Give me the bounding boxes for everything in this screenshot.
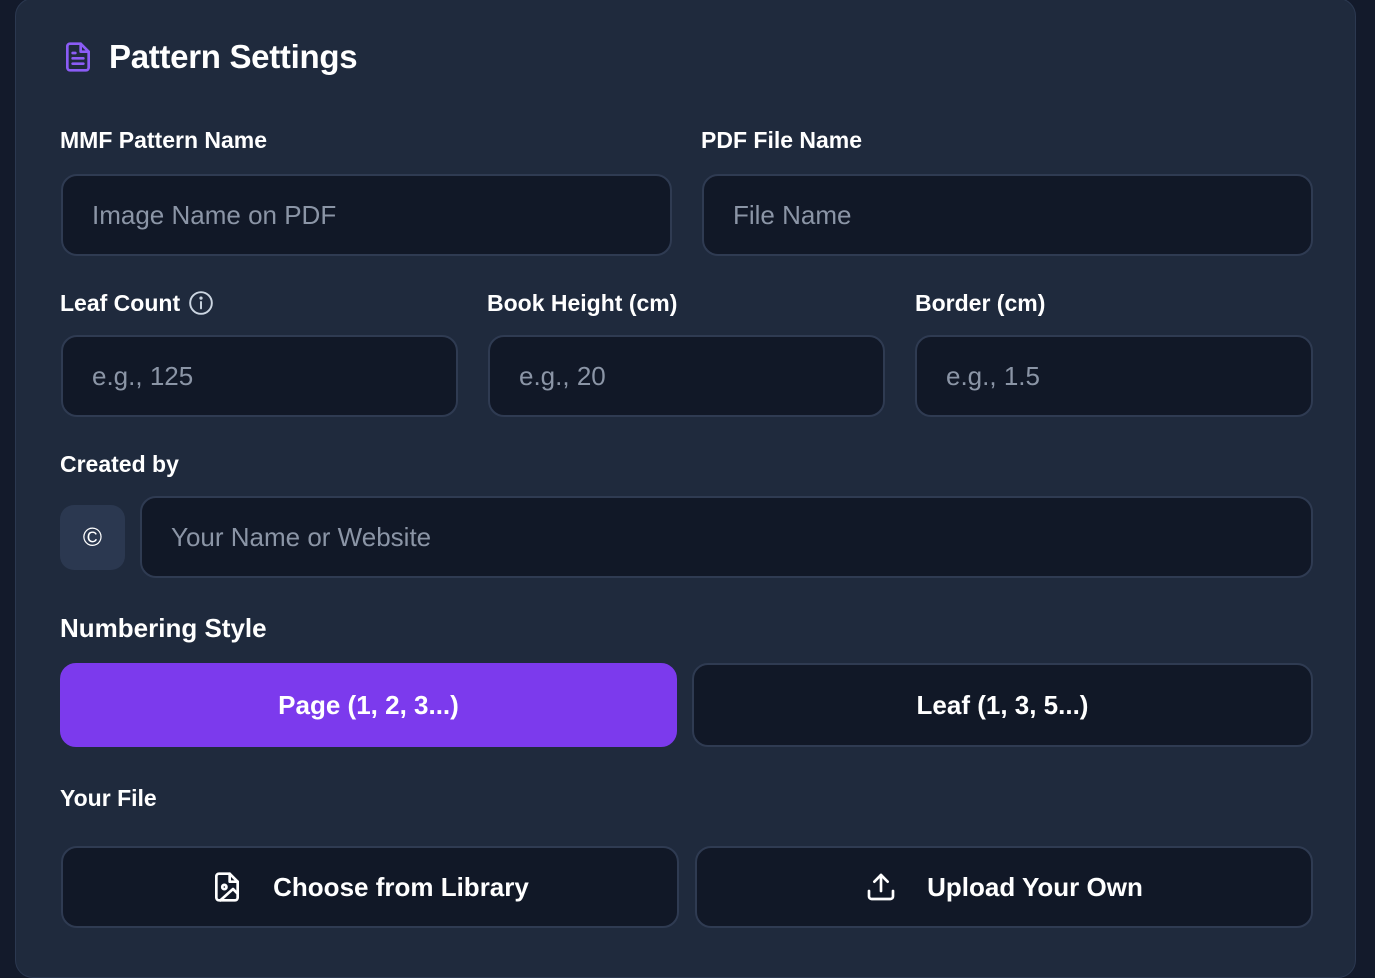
leaf-count-input[interactable] xyxy=(61,335,458,417)
book-height-input[interactable] xyxy=(488,335,885,417)
file-name-input[interactable] xyxy=(702,174,1313,256)
pattern-name-input[interactable] xyxy=(61,174,672,256)
pattern-name-label: MMF Pattern Name xyxy=(60,127,268,153)
choose-from-library-label: Choose from Library xyxy=(273,871,529,902)
created-by-input[interactable] xyxy=(140,496,1313,578)
created-by-label: Created by xyxy=(60,451,179,477)
file-name-label: PDF File Name xyxy=(701,127,863,153)
numbering-leaf-label: Leaf (1, 3, 5...) xyxy=(916,689,1089,720)
upload-icon xyxy=(867,873,895,901)
border-input[interactable] xyxy=(915,335,1313,417)
choose-from-library-button[interactable]: Choose from Library xyxy=(61,846,679,928)
document-icon xyxy=(66,42,90,72)
upload-your-own-button[interactable]: Upload Your Own xyxy=(695,846,1313,928)
upload-your-own-label: Upload Your Own xyxy=(927,871,1143,902)
numbering-style-label: Numbering Style xyxy=(60,613,267,643)
border-label: Border (cm) xyxy=(915,290,1046,316)
your-file-label: Your File xyxy=(60,785,157,811)
copyright-prefix: © xyxy=(60,505,125,570)
numbering-leaf-button[interactable]: Leaf (1, 3, 5...) xyxy=(692,663,1313,747)
image-file-icon xyxy=(215,872,240,902)
info-icon[interactable] xyxy=(188,290,214,316)
numbering-page-button[interactable]: Page (1, 2, 3...) xyxy=(60,663,677,747)
book-height-label: Book Height (cm) xyxy=(487,290,678,316)
page-title: Pattern Settings xyxy=(109,38,358,75)
numbering-page-label: Page (1, 2, 3...) xyxy=(278,689,459,720)
leaf-count-label: Leaf Count xyxy=(60,290,181,316)
